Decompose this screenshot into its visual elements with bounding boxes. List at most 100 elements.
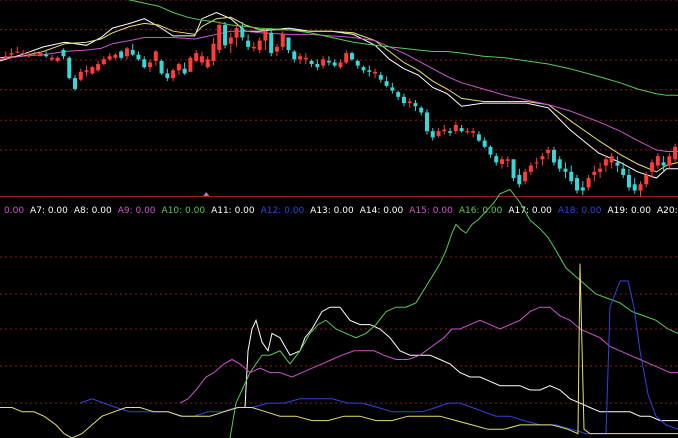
candle-body-33 <box>194 53 199 61</box>
legend-item-13: A19: 0.00 <box>607 206 651 216</box>
candle-body-8 <box>49 57 54 60</box>
indicator-panel[interactable] <box>0 188 678 438</box>
candle-body-1 <box>9 53 14 55</box>
candle-body-34 <box>199 56 204 63</box>
moving-average-1 <box>0 16 678 173</box>
candle-body-19 <box>113 54 118 58</box>
moving-average-2 <box>0 30 678 152</box>
candle-body-112 <box>650 162 655 172</box>
candle-body-84 <box>488 146 493 155</box>
marker-icon <box>203 192 210 196</box>
candle-body-81 <box>471 131 476 133</box>
candle-body-116 <box>673 146 678 160</box>
candle-body-39 <box>228 37 233 44</box>
candle-body-44 <box>257 40 262 50</box>
legend-item-12: A18: 0.00 <box>558 206 602 216</box>
price-panel[interactable] <box>0 0 678 197</box>
indicator-series-3 <box>79 280 678 435</box>
candle-body-114 <box>661 162 666 166</box>
candle-body-67 <box>390 87 395 91</box>
candle-body-98 <box>569 171 574 182</box>
candle-body-110 <box>638 184 643 191</box>
candle-body-56 <box>326 60 331 63</box>
candle-body-50 <box>292 51 297 60</box>
candle-body-24 <box>142 59 147 68</box>
indicator-legend: 0.00 A7: 0.00 A8: 0.00 A9: 0.00 A10: 0.00 A11… <box>4 206 678 216</box>
candle-body-97 <box>563 168 568 172</box>
candle-body-71 <box>413 103 418 107</box>
candle-body-55 <box>321 59 326 66</box>
candle-body-75 <box>436 131 441 136</box>
candle-body-48 <box>280 34 285 47</box>
candle-body-60 <box>349 53 354 60</box>
legend-item-10: A16: 0.00 <box>459 206 503 216</box>
candle-body-91 <box>528 165 533 172</box>
candle-body-66 <box>384 81 389 86</box>
candle-body-90 <box>523 171 528 182</box>
candle-body-61 <box>355 60 360 66</box>
candle-body-5 <box>32 54 37 56</box>
candle-body-27 <box>159 60 164 74</box>
candle-body-79 <box>459 128 464 132</box>
candle-body-85 <box>494 156 499 163</box>
legend-item-4: A10: 0.00 <box>162 206 206 216</box>
candle-body-32 <box>188 57 193 72</box>
candle-body-6 <box>38 53 43 57</box>
candle-body-86 <box>500 159 505 164</box>
candle-body-89 <box>517 174 522 185</box>
candle-body-23 <box>136 54 141 60</box>
candle-body-78 <box>453 124 458 132</box>
candle-body-72 <box>419 107 424 113</box>
candle-body-51 <box>298 56 303 60</box>
candle-body-12 <box>73 78 78 90</box>
candle-body-59 <box>344 53 349 63</box>
candle-body-73 <box>424 112 429 132</box>
candle-body-30 <box>176 64 181 71</box>
candle-body-64 <box>373 71 378 74</box>
candle-body-106 <box>615 162 620 166</box>
candle-body-102 <box>592 171 597 175</box>
candle-body-80 <box>465 131 470 133</box>
candle-body-103 <box>598 168 603 172</box>
legend-item-6: A12: 0.00 <box>261 206 305 216</box>
candle-body-28 <box>165 73 170 79</box>
candle-body-105 <box>609 156 614 163</box>
candle-body-49 <box>286 37 291 50</box>
candle-body-47 <box>274 46 279 52</box>
indicator-series-4 <box>0 263 678 438</box>
candle-body-11 <box>67 57 72 79</box>
candle-body-14 <box>84 70 89 72</box>
candle-body-13 <box>78 71 83 80</box>
candle-body-96 <box>557 159 562 169</box>
candle-body-104 <box>603 159 608 166</box>
candle-body-20 <box>119 51 124 58</box>
candle-body-88 <box>511 159 516 179</box>
candle-body-115 <box>667 156 672 166</box>
indicator-series-1 <box>229 188 678 438</box>
candle-body-36 <box>211 43 216 61</box>
candle-body-22 <box>130 49 135 55</box>
candle-body-70 <box>407 101 412 104</box>
candle-body-0 <box>3 56 8 58</box>
candle-body-16 <box>96 64 101 71</box>
candle-body-37 <box>217 24 222 50</box>
moving-average-0 <box>0 11 678 179</box>
candle-body-25 <box>148 62 153 68</box>
candle-body-108 <box>626 174 631 188</box>
candle-body-93 <box>540 156 545 160</box>
candle-body-42 <box>246 40 251 47</box>
candle-body-69 <box>401 96 406 104</box>
candle-body-63 <box>367 70 372 72</box>
candle-body-52 <box>303 57 308 60</box>
candle-body-40 <box>234 28 239 38</box>
legend-item-8: A14: 0.00 <box>360 206 404 216</box>
legend-item-0: 0.00 <box>4 206 24 216</box>
candle-body-57 <box>332 62 337 66</box>
candle-body-99 <box>575 178 580 191</box>
candle-body-17 <box>101 59 106 65</box>
candle-body-101 <box>586 178 591 188</box>
legend-item-7: A13: 0.00 <box>310 206 354 216</box>
candle-body-53 <box>309 60 314 65</box>
candle-body-94 <box>546 149 551 154</box>
stock-chart[interactable]: 0.00 A7: 0.00 A8: 0.00 A9: 0.00 A10: 0.00 A11… <box>0 0 678 438</box>
